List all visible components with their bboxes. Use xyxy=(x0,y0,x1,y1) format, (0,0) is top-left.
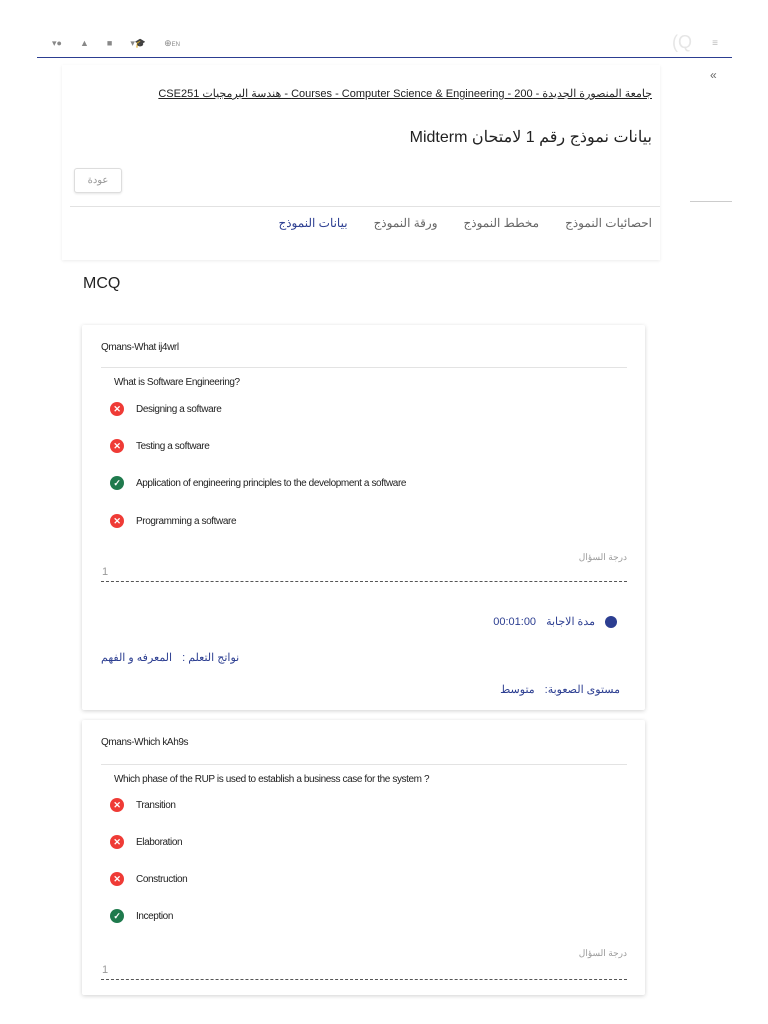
wrong-icon: ✕ xyxy=(110,439,124,453)
wrong-icon: ✕ xyxy=(110,514,124,528)
divider xyxy=(101,764,627,765)
tabs: بيانات النموذج ورقة النموذج مخطط النموذج… xyxy=(278,216,652,230)
outcomes-label: نواتج التعلم : xyxy=(182,652,240,664)
mail-icon[interactable]: ■ xyxy=(107,38,112,49)
difficulty-label: مستوى الصعوبة: xyxy=(544,684,620,696)
hamburger-menu-icon[interactable]: ≡ xyxy=(712,38,718,49)
language-switch[interactable]: ⊕EN xyxy=(164,38,180,49)
option-label: Programming a software xyxy=(136,515,237,527)
option: ✕ Construction xyxy=(110,872,188,886)
breadcrumb[interactable]: جامعة المنصورة الجديدة - 200 - Courses -… xyxy=(158,87,652,100)
option-label: Transition xyxy=(136,799,176,811)
question-text: Which phase of the RUP is used to establ… xyxy=(114,774,430,785)
option-label: Testing a software xyxy=(136,440,210,452)
option-label: Inception xyxy=(136,910,173,922)
question-id: Qmans-What ij4wrl xyxy=(101,342,179,353)
question-id: Qmans-Which kAh9s xyxy=(101,737,189,748)
time-value: 00:01:00 xyxy=(493,615,537,628)
tab-form-blueprint[interactable]: مخطط النموذج xyxy=(464,216,540,230)
question-card: Qmans-What ij4wrl What is Software Engin… xyxy=(82,325,645,710)
option: ✕ Elaboration xyxy=(110,835,183,849)
divider xyxy=(70,206,660,207)
grade-label: درجة السؤال xyxy=(578,948,627,958)
timer-icon xyxy=(605,615,617,628)
option-label: Construction xyxy=(136,873,188,885)
wrong-icon: ✕ xyxy=(110,872,124,886)
tab-form-statistics[interactable]: احصائيات النموذج xyxy=(565,216,652,230)
option: ✓ Application of engineering principles t… xyxy=(110,476,406,490)
divider xyxy=(690,201,732,202)
outcomes-value: المعرفه و الفهم xyxy=(101,652,173,664)
option-label: Application of engineering principles to… xyxy=(136,477,407,489)
difficulty-value: متوسط xyxy=(500,684,535,696)
option: ✕ Programming a software xyxy=(110,514,237,528)
collapse-sidebar-icon[interactable]: « xyxy=(710,68,717,82)
question-text: What is Software Engineering? xyxy=(114,377,240,388)
time-label: مدة الاجابة xyxy=(546,616,595,628)
option: ✕ Testing a software xyxy=(110,439,210,453)
language-code: EN xyxy=(171,42,180,48)
divider xyxy=(101,367,627,368)
user-menu-icon[interactable]: ▾● xyxy=(52,38,62,49)
tab-form-data[interactable]: بيانات النموذج xyxy=(278,216,347,230)
grade-input[interactable] xyxy=(101,562,627,582)
learning-outcomes: نواتج التعلم : المعرفه و الفهم xyxy=(101,651,239,664)
wrong-icon: ✕ xyxy=(110,798,124,812)
answer-time: مدة الاجابة 00:01:00 xyxy=(493,615,617,628)
correct-icon: ✓ xyxy=(110,909,124,923)
top-navbar: ▾● ▲ ■ ▾🎓 ⊕EN (Q ≡ xyxy=(37,30,732,58)
wrong-icon: ✕ xyxy=(110,402,124,416)
logo: (Q xyxy=(672,32,692,52)
section-title: MCQ xyxy=(83,275,121,292)
difficulty: مستوى الصعوبة: متوسط xyxy=(500,683,620,696)
question-card: Qmans-Which kAh9s Which phase of the RUP… xyxy=(82,720,645,995)
courses-menu-icon[interactable]: ▾🎓 xyxy=(130,38,146,49)
option: ✓ Inception xyxy=(110,909,173,923)
tab-form-sheet[interactable]: ورقة النموذج xyxy=(374,216,438,230)
header-panel: جامعة المنصورة الجديدة - 200 - Courses -… xyxy=(62,65,660,260)
bell-icon[interactable]: ▲ xyxy=(80,38,89,49)
wrong-icon: ✕ xyxy=(110,835,124,849)
back-button[interactable]: عودة xyxy=(74,168,122,193)
correct-icon: ✓ xyxy=(110,476,124,490)
option-label: Elaboration xyxy=(136,836,183,848)
option-label: Designing a software xyxy=(136,403,222,415)
grade-input[interactable] xyxy=(101,960,627,980)
option: ✕ Transition xyxy=(110,798,176,812)
page-title: بيانات نموذج رقم 1 لامتحان Midterm xyxy=(409,129,652,146)
option: ✕ Designing a software xyxy=(110,402,222,416)
